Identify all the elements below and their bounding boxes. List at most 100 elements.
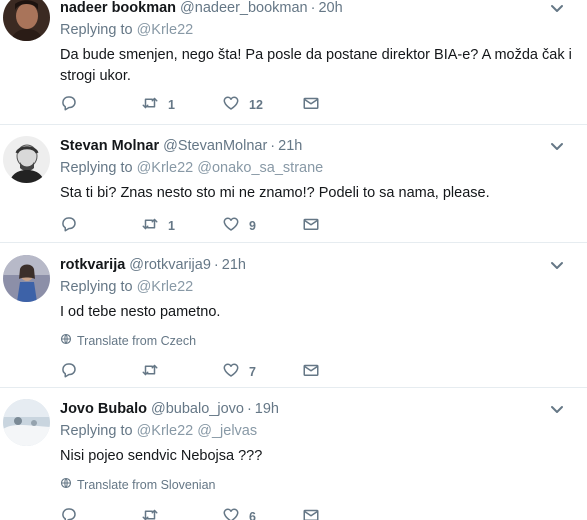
- heart-icon: [222, 215, 240, 238]
- reply-icon: [60, 215, 78, 238]
- action-bar: 7: [60, 362, 577, 382]
- separator-dot: ·: [246, 401, 252, 417]
- display-name[interactable]: Stevan Molnar: [60, 137, 159, 155]
- retweet-icon: [141, 215, 159, 238]
- display-name[interactable]: nadeer bookman: [60, 0, 176, 17]
- globe-icon: [60, 477, 77, 492]
- dm-button[interactable]: [302, 507, 320, 520]
- timestamp[interactable]: 21h: [222, 256, 246, 274]
- envelope-icon: [302, 506, 320, 520]
- tweet-header: nadeer bookman @nadeer_bookman · 20h: [60, 0, 577, 17]
- heart-icon: [222, 361, 240, 384]
- tweet-text: I od tebe nesto pametno.: [60, 304, 221, 320]
- dm-button[interactable]: [302, 362, 320, 382]
- avatar[interactable]: [3, 0, 50, 41]
- globe-icon: [60, 333, 77, 348]
- tweet[interactable]: nadeer bookman @nadeer_bookman · 20h Replyin…: [0, 0, 587, 125]
- user-handle[interactable]: @StevanMolnar: [163, 137, 267, 155]
- mention-link[interactable]: @onako_sa_strane: [197, 160, 323, 176]
- retweet-icon: [141, 361, 159, 384]
- timestamp[interactable]: 19h: [255, 400, 279, 418]
- chevron-down-icon[interactable]: [550, 258, 564, 269]
- user-handle[interactable]: @nadeer_bookman: [180, 0, 308, 17]
- replying-to-label: Replying to: [60, 279, 133, 295]
- reply-icon: [60, 506, 78, 520]
- tweet-content: Jovo Bubalo @bubalo_jovo · 19h Replying to @…: [60, 400, 577, 492]
- retweet-button[interactable]: [141, 507, 159, 520]
- timestamp[interactable]: 21h: [278, 137, 302, 155]
- mention-link[interactable]: @Krle22: [137, 279, 194, 295]
- mention-link[interactable]: @Krle22: [137, 423, 194, 439]
- envelope-icon: [302, 94, 320, 117]
- separator-dot: ·: [270, 138, 276, 154]
- retweet-icon: [141, 94, 159, 117]
- reply-button[interactable]: [60, 95, 78, 115]
- likes-count: 12: [249, 98, 263, 112]
- mention-link[interactable]: @Krle22: [137, 160, 194, 176]
- retweet-button[interactable]: [141, 362, 159, 382]
- likes-count: 7: [249, 365, 256, 379]
- envelope-icon: [302, 361, 320, 384]
- dm-button[interactable]: [302, 95, 320, 115]
- likes-count: 6: [249, 510, 256, 520]
- reply-icon: [60, 94, 78, 117]
- action-bar: 1 12: [60, 95, 577, 115]
- retweet-icon: [141, 506, 159, 520]
- like-button[interactable]: 6: [222, 507, 256, 520]
- dm-button[interactable]: [302, 216, 320, 236]
- reply-button[interactable]: [60, 362, 78, 382]
- reply-button[interactable]: [60, 216, 78, 236]
- display-name[interactable]: rotkvarija: [60, 256, 125, 274]
- heart-icon: [222, 94, 240, 117]
- separator-dot: ·: [213, 257, 219, 273]
- mention-link[interactable]: @_jelvas: [197, 423, 257, 439]
- mention-link[interactable]: @Krle22: [137, 22, 194, 38]
- user-handle[interactable]: @bubalo_jovo: [151, 400, 244, 418]
- retweet-button[interactable]: 1: [141, 216, 175, 236]
- tweet[interactable]: rotkvarija @rotkvarija9 · 21h Replying to @K…: [0, 243, 587, 388]
- translate-label[interactable]: Translate from Czech: [77, 334, 196, 348]
- action-bar: 6: [60, 507, 577, 520]
- avatar[interactable]: [3, 399, 50, 446]
- replying-to-label: Replying to: [60, 160, 133, 176]
- translate-link[interactable]: Translate from Czech: [60, 333, 577, 348]
- retweets-count: 1: [168, 219, 175, 233]
- reply-feed: nadeer bookman @nadeer_bookman · 20h Replyin…: [0, 0, 587, 520]
- chevron-down-icon[interactable]: [550, 1, 564, 12]
- display-name[interactable]: Jovo Bubalo: [60, 400, 147, 418]
- tweet-content: rotkvarija @rotkvarija9 · 21h Replying to @K…: [60, 256, 577, 348]
- chevron-down-icon[interactable]: [550, 139, 564, 150]
- replying-to: Replying to @Krle22 @_jelvas: [60, 422, 577, 440]
- replying-to: Replying to @Krle22: [60, 278, 577, 296]
- reply-icon: [60, 361, 78, 384]
- retweet-button[interactable]: 1: [141, 95, 175, 115]
- tweet-header: rotkvarija @rotkvarija9 · 21h: [60, 256, 577, 274]
- replying-to-label: Replying to: [60, 22, 133, 38]
- tweet-content: nadeer bookman @nadeer_bookman · 20h Replyin…: [60, 0, 577, 87]
- translate-label[interactable]: Translate from Slovenian: [77, 478, 216, 492]
- translate-link[interactable]: Translate from Slovenian: [60, 477, 577, 492]
- tweet[interactable]: Jovo Bubalo @bubalo_jovo · 19h Replying to @…: [0, 388, 587, 520]
- user-handle[interactable]: @rotkvarija9: [129, 256, 211, 274]
- separator-dot: ·: [310, 0, 316, 16]
- like-button[interactable]: 9: [222, 216, 256, 236]
- chevron-down-icon[interactable]: [550, 402, 564, 413]
- tweet-text: Sta ti bi? Znas nesto sto mi ne znamo!? …: [60, 185, 490, 201]
- like-button[interactable]: 7: [222, 362, 256, 382]
- retweets-count: 1: [168, 98, 175, 112]
- tweet-text: Nisi pojeo sendvic Nebojsa ???: [60, 448, 263, 464]
- tweet-text: Da bude smenjen, nego šta! Pa posle da p…: [60, 47, 572, 84]
- avatar[interactable]: [3, 136, 50, 183]
- likes-count: 9: [249, 219, 256, 233]
- tweet-header: Stevan Molnar @StevanMolnar · 21h: [60, 137, 577, 155]
- tweet-header: Jovo Bubalo @bubalo_jovo · 19h: [60, 400, 577, 418]
- reply-button[interactable]: [60, 507, 78, 520]
- replying-to-label: Replying to: [60, 423, 133, 439]
- tweet[interactable]: Stevan Molnar @StevanMolnar · 21h Replying t…: [0, 125, 587, 243]
- envelope-icon: [302, 215, 320, 238]
- replying-to: Replying to @Krle22 @onako_sa_strane: [60, 159, 577, 177]
- like-button[interactable]: 12: [222, 95, 263, 115]
- heart-icon: [222, 506, 240, 520]
- timestamp[interactable]: 20h: [318, 0, 342, 17]
- avatar[interactable]: [3, 255, 50, 302]
